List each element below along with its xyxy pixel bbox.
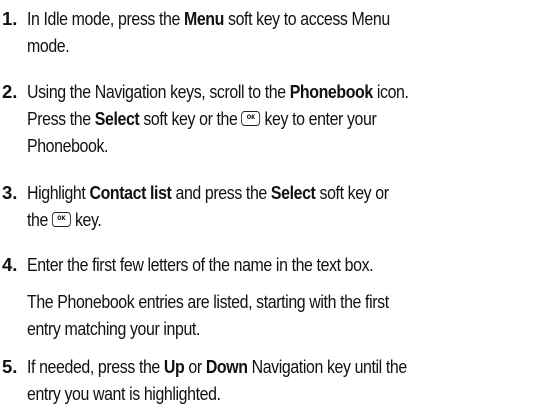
step-text: Phonebook. (27, 135, 109, 156)
step-number: 1. (2, 8, 18, 29)
step-text: soft key or the (139, 108, 242, 129)
step-text-line: Press the Select soft key or the key to … (27, 106, 377, 132)
step-text: Highlight (27, 182, 90, 203)
step-number: 2. (2, 81, 18, 102)
step-text: Enter the first few letters of the name … (27, 254, 374, 275)
emphasized-term: Phonebook (289, 81, 374, 102)
step-text: soft key or (315, 182, 390, 203)
step-note-line: The Phonebook entries are listed, starti… (27, 289, 389, 315)
step-number: 3. (2, 182, 18, 203)
ok-key-icon (51, 212, 71, 227)
emphasized-term: Down (205, 356, 248, 377)
step-text: or (184, 356, 206, 377)
emphasized-term: Select (94, 108, 140, 129)
step-text: Using the Navigation keys, scroll to the (27, 81, 290, 102)
step-text-line: If needed, press the Up or Down Navigati… (27, 354, 407, 380)
step-text-line: Highlight Contact list and press the Sel… (27, 180, 389, 206)
emphasized-term: Up (163, 356, 185, 377)
step-text: the (27, 209, 52, 230)
step-text: Press the (27, 108, 95, 129)
step-text-line: Phonebook. (27, 133, 108, 159)
step-text: key to enter your (260, 108, 377, 129)
step-text: The Phonebook entries are listed, starti… (27, 291, 389, 312)
step-text: and press the (171, 182, 271, 203)
step-text-line: mode. (27, 33, 70, 59)
step-text: In Idle mode, press the (27, 8, 184, 29)
step-text: soft key to access Menu (223, 8, 390, 29)
step-text: entry you want is highlighted. (27, 383, 221, 404)
step-note-line: entry matching your input. (27, 316, 200, 342)
ok-key-icon (241, 111, 261, 126)
step-text: icon. (372, 81, 409, 102)
step-text-line: Enter the first few letters of the name … (27, 252, 374, 278)
step-text: mode. (27, 35, 70, 56)
step-text: entry matching your input. (27, 318, 201, 339)
emphasized-term: Select (270, 182, 316, 203)
step-number: 4. (2, 254, 18, 275)
step-text-line: entry you want is highlighted. (27, 381, 221, 407)
step-number: 5. (2, 356, 18, 377)
step-text-line: In Idle mode, press the Menu soft key to… (27, 6, 390, 32)
emphasized-term: Menu (183, 8, 224, 29)
step-text: key. (70, 209, 102, 230)
step-text: Navigation key until the (247, 356, 408, 377)
emphasized-term: Contact list (89, 182, 172, 203)
step-text-line: Using the Navigation keys, scroll to the… (27, 79, 409, 105)
step-text: If needed, press the (27, 356, 164, 377)
step-text-line: the key. (27, 207, 102, 233)
